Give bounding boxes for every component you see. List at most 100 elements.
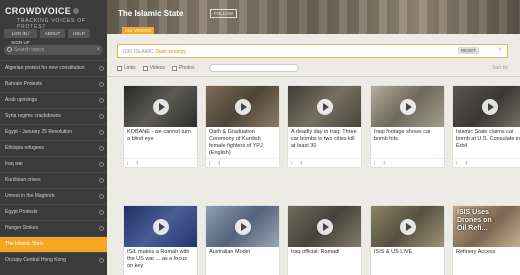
filter-videos[interactable]: Videos (142, 65, 165, 71)
topic-item[interactable]: Occupy Central Hong Kong (0, 252, 107, 268)
card-caption[interactable]: KOBANE - we cannot turn a blind eye (124, 127, 197, 158)
play-icon[interactable] (234, 218, 251, 235)
topic-item[interactable]: Kurdistan crises (0, 172, 107, 188)
voice-card[interactable]: ISIS & US LIVE (371, 206, 444, 275)
card-caption[interactable]: Oath & Graduation Ceremony of Kurdish fe… (206, 127, 279, 158)
topic-item[interactable]: Ethiopia refugees (0, 140, 107, 156)
twitter-icon[interactable]: t (374, 161, 375, 167)
topic-item[interactable]: Bahrain Protests (0, 76, 107, 92)
topic-item[interactable]: Egypt Protests (0, 204, 107, 220)
twitter-icon[interactable]: t (127, 161, 128, 167)
play-icon[interactable] (152, 218, 169, 235)
play-icon[interactable] (234, 98, 251, 115)
card-caption[interactable]: Australian Model (206, 247, 279, 275)
voice-card[interactable]: Islamic State claims car bomb at U.S. Co… (453, 86, 520, 167)
filter-links[interactable]: Links (117, 65, 136, 71)
facebook-icon[interactable]: f (300, 161, 302, 167)
topic-item[interactable]: Hunger Strikes (0, 220, 107, 236)
topic-item[interactable]: Algerian protest for new constitution (0, 60, 107, 76)
card-caption[interactable]: ISIS & US LIVE (371, 247, 444, 275)
card-caption[interactable]: Iraqi footage shows car bomb hits (371, 127, 444, 158)
topic-list: Algerian protest for new constitution Ba… (0, 60, 107, 268)
topic-info-icon (99, 258, 104, 263)
overlay-line: ISIS Uses (457, 209, 489, 216)
voice-card[interactable]: Australian Model (206, 206, 279, 275)
video-thumbnail[interactable] (206, 206, 279, 247)
tab-all-voices[interactable]: ALL VOICES (122, 27, 154, 34)
topic-label: Bahrain Protests (5, 81, 42, 87)
facebook-icon[interactable]: f (136, 161, 138, 167)
play-icon[interactable] (316, 218, 333, 235)
topic-label: Unrest in the Maghreb (5, 193, 55, 199)
video-thumbnail[interactable] (371, 86, 444, 127)
video-thumbnail[interactable] (288, 206, 361, 247)
topic-label: Kurdistan crises (5, 177, 41, 183)
topic-header: The Islamic State FOLLOW ALL VOICES (107, 0, 520, 34)
follow-button[interactable]: FOLLOW (210, 9, 238, 18)
topic-label: Syria regime crackdowns (5, 113, 61, 119)
card-caption[interactable]: Iraq official: Ramadi (288, 247, 361, 275)
filter-label: Links (124, 65, 136, 71)
twitter-icon[interactable]: t (209, 161, 210, 167)
twitter-icon[interactable]: t (291, 161, 292, 167)
play-icon[interactable] (152, 98, 169, 115)
video-thumbnail[interactable] (288, 86, 361, 127)
video-thumbnail[interactable]: ISIS Uses Drones on Oil Refi... (453, 206, 520, 247)
brand-name[interactable]: CROWDVOICE (5, 6, 71, 16)
play-icon[interactable] (399, 218, 416, 235)
voice-card[interactable]: ISIS Uses Drones on Oil Refi... Refinery… (453, 206, 520, 275)
login-button[interactable]: LOG IN / SIGN UP (4, 29, 37, 45)
checkbox[interactable] (117, 65, 122, 71)
video-overlay-text: ISIS Uses Drones on Oil Refi... (457, 209, 492, 233)
topic-info-icon (99, 98, 104, 103)
sidebar-search-input[interactable]: Search topics × (4, 45, 103, 55)
video-thumbnail[interactable] (124, 206, 197, 247)
topic-item-active[interactable]: The Islamic State (0, 236, 107, 252)
help-button[interactable]: HELP (68, 29, 90, 38)
facebook-icon[interactable]: f (383, 161, 385, 167)
voice-card[interactable]: Iraq official: Ramadi (288, 206, 361, 275)
play-icon[interactable] (399, 98, 416, 115)
topic-info-icon (99, 226, 104, 231)
clear-icon[interactable]: × (96, 45, 100, 55)
twitter-icon[interactable]: t (456, 161, 457, 167)
voice-card[interactable]: Iraqi footage shows car bomb hits tf (371, 86, 444, 167)
video-thumbnail[interactable] (371, 206, 444, 247)
checkbox[interactable] (171, 65, 177, 71)
card-caption[interactable]: Islamic State claims car bomb at U.S. Co… (453, 127, 520, 158)
video-thumbnail[interactable] (453, 86, 520, 127)
topic-item[interactable]: Arab uprisings (0, 92, 107, 108)
sort-dropdown[interactable]: Sort by (492, 65, 508, 71)
facebook-icon[interactable]: f (218, 161, 220, 167)
close-icon[interactable]: × (498, 47, 502, 53)
filter-bar: Links Videos Photos Sort by (117, 62, 508, 74)
overlay-line: Oil Refi... (457, 225, 488, 232)
card-caption[interactable]: Refinery Access (453, 247, 520, 275)
topic-info-icon (99, 114, 104, 119)
checkbox[interactable] (142, 65, 148, 71)
about-button[interactable]: ABOUT (40, 29, 65, 38)
card-caption[interactable]: A deadly day in Iraq: Three car bombs in… (288, 127, 361, 158)
voice-card[interactable]: A deadly day in Iraq: Three car bombs in… (288, 86, 361, 167)
topic-item[interactable]: Syria regime crackdowns (0, 108, 107, 124)
brand[interactable]: CROWDVOICE (0, 0, 107, 18)
share-bar: tf (288, 158, 361, 167)
topic-item[interactable]: Iraq war (0, 156, 107, 172)
filter-photos[interactable]: Photos (171, 65, 194, 71)
voice-card[interactable]: ISIL makes a Rumah with the US war ... a… (124, 206, 197, 275)
voice-card[interactable]: Oath & Graduation Ceremony of Kurdish fe… (206, 86, 279, 167)
share-bar: tf (371, 158, 444, 167)
video-thumbnail[interactable] (206, 86, 279, 127)
topic-item[interactable]: Unrest in the Maghreb (0, 188, 107, 204)
voice-card[interactable]: KOBANE - we cannot turn a blind eye t f (124, 86, 197, 167)
play-icon[interactable] (316, 98, 333, 115)
play-icon[interactable] (481, 98, 498, 115)
topic-item[interactable]: Egypt - January 25 Revolution (0, 124, 107, 140)
facebook-icon[interactable]: f (465, 161, 467, 167)
content-area: ISIS ISLAMIC State strategy RESET × Link… (107, 34, 520, 275)
video-thumbnail[interactable] (124, 86, 197, 127)
voice-search-input[interactable]: ISIS ISLAMIC State strategy RESET × (117, 44, 508, 58)
reset-button[interactable]: RESET (457, 47, 479, 54)
card-caption[interactable]: ISIL makes a Rumah with the US war ... a… (124, 247, 197, 275)
filter-search-input[interactable] (209, 64, 300, 72)
